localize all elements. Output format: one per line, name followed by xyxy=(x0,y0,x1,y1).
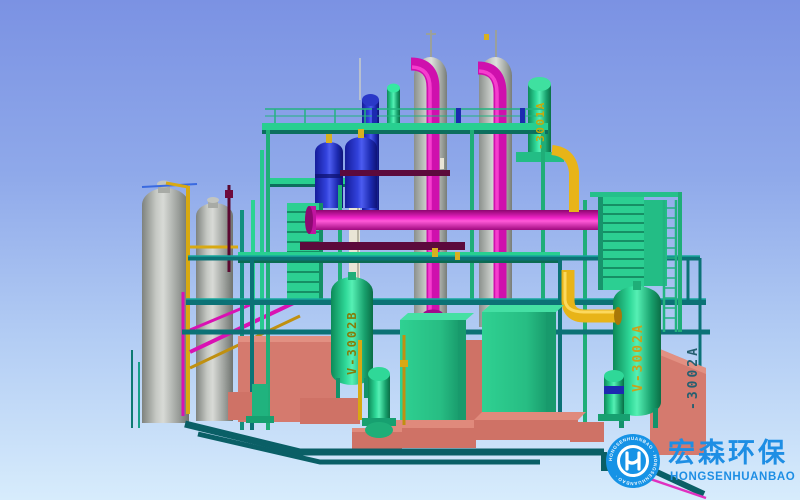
vessel-label-v3002b: V-3002B xyxy=(345,310,359,375)
plant-3d-render: V-3002B V-3002A -3002A -3001A HONGSENHUA… xyxy=(0,0,800,500)
far-left-pipes xyxy=(132,350,139,428)
cylinder-label-3001a: -3001A xyxy=(534,101,547,150)
blue-vessel-b xyxy=(345,129,377,208)
vessel-label-v3002a: V-3002A xyxy=(631,323,646,392)
equipment-box-right xyxy=(474,305,586,440)
pipe-label-3002a: -3002A xyxy=(686,345,701,410)
3d-model-viewport: V-3002B V-3002A -3002A -3001A HONGSENHUA… xyxy=(0,0,800,500)
logo-name-cn: 宏森环保 xyxy=(668,437,788,469)
storage-tank-right xyxy=(196,197,233,421)
maroon-beam-upper xyxy=(340,170,450,176)
company-logo: HONGSENHUANBAO · HONGSENHUANBAO · 宏森环保 H… xyxy=(606,434,795,488)
logo-name-en: HONGSENHUANBAO xyxy=(670,471,795,483)
logo-circle-icon xyxy=(606,434,660,488)
pump-right xyxy=(570,370,630,442)
pump-center xyxy=(352,335,408,452)
magenta-header-pipe xyxy=(305,206,612,234)
